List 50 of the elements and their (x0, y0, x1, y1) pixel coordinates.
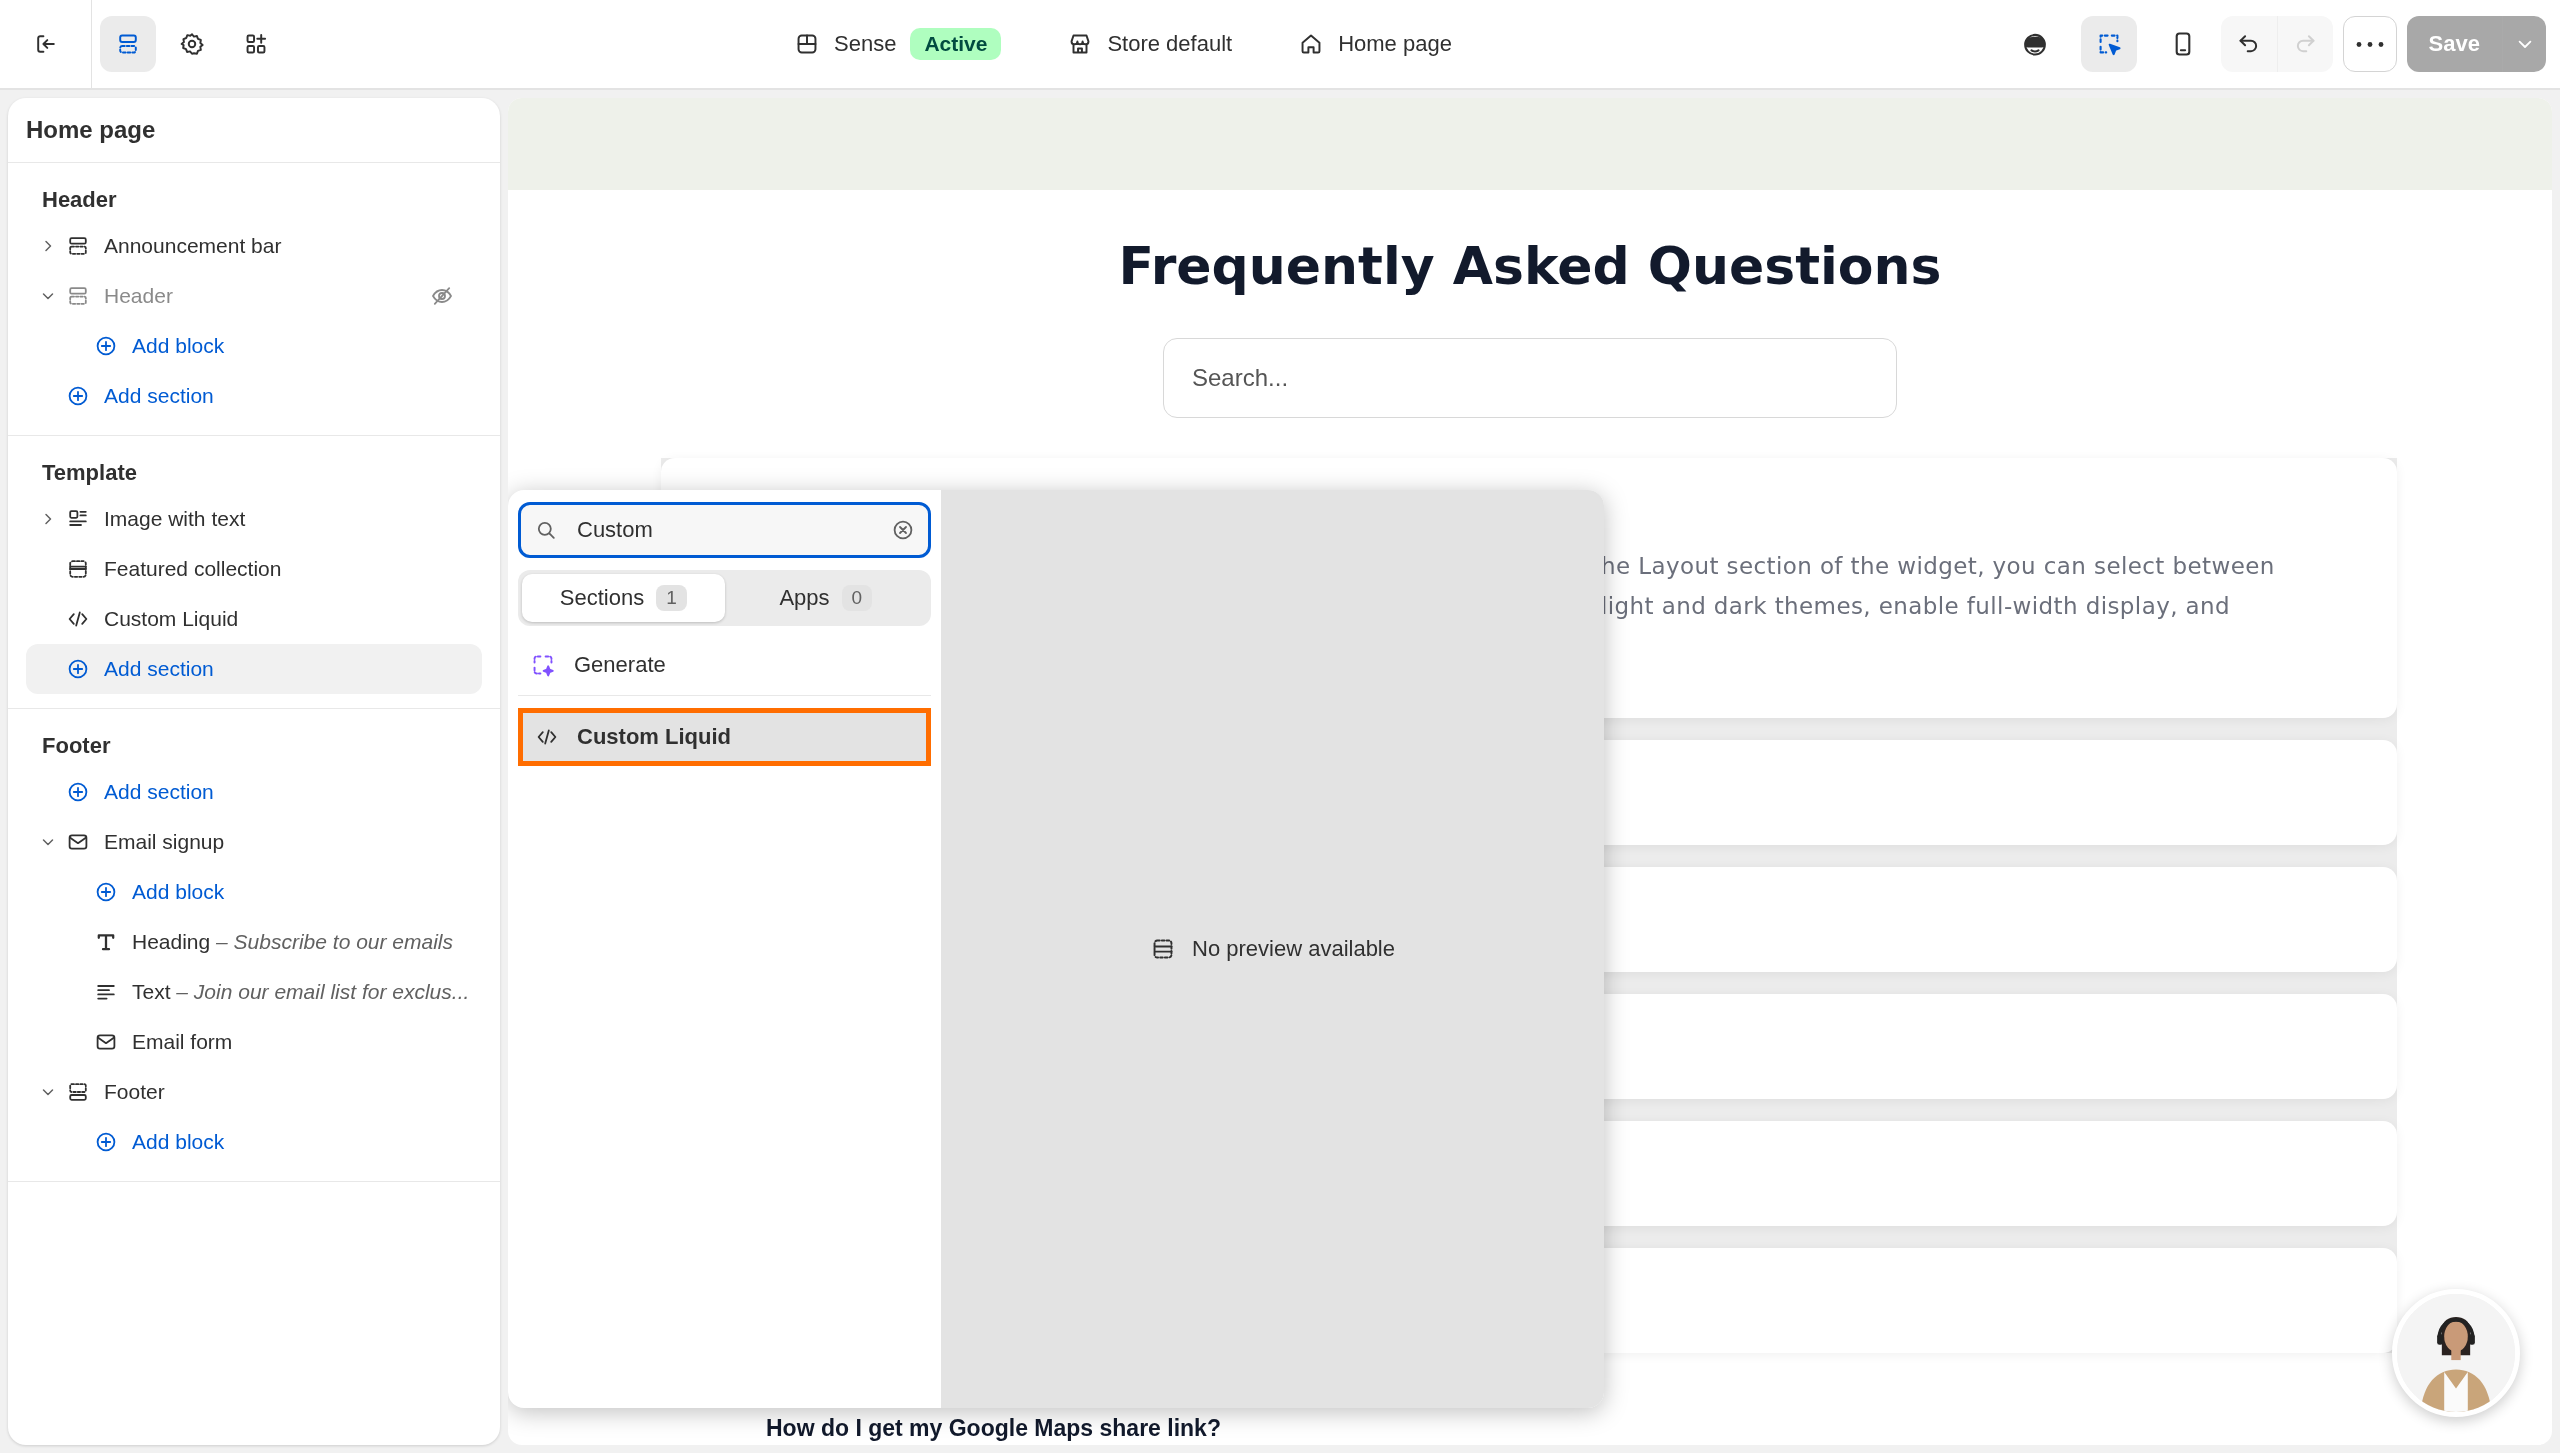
tree-item[interactable]: Heading – Subscribe to our emails (26, 917, 482, 967)
view-mode-button[interactable] (2080, 16, 2137, 72)
more-icon (2355, 40, 2384, 48)
empty-message: No preview available (1192, 936, 1395, 962)
tree-item[interactable]: Announcement bar (26, 221, 482, 271)
plus-circle-icon (94, 880, 118, 904)
dashed-header-icon (66, 234, 90, 258)
tree-item[interactable]: Image with text (26, 494, 482, 544)
count-badge: 1 (656, 585, 687, 611)
plus-circle-icon (94, 1130, 118, 1154)
page-selector[interactable]: Home page (1284, 23, 1466, 65)
theme-button[interactable]: Sense Active (780, 20, 1016, 68)
add-button[interactable]: Add block (26, 1117, 482, 1167)
plus-circle-icon (66, 657, 90, 681)
search-field[interactable]: Search... (1163, 338, 1897, 418)
eye-off-icon (430, 284, 454, 308)
clear-icon (891, 518, 915, 542)
group-heading: Footer (41, 732, 112, 760)
question-text: How do I get my Google Maps share link? (766, 1415, 1221, 1442)
search-field[interactable]: Custom (518, 502, 931, 558)
tree-item[interactable]: Custom Liquid (26, 594, 482, 644)
page-heading: Frequently Asked Questions (1118, 235, 1942, 298)
tree-item[interactable]: Featured collection (26, 544, 482, 594)
result-item[interactable]: Custom Liquid (518, 708, 931, 766)
tree-item[interactable]: Footer (26, 1067, 482, 1117)
picker-tab[interactable]: Apps 0 (724, 574, 927, 622)
add-button[interactable]: Add section (26, 371, 482, 421)
plus-circle-icon (94, 334, 118, 358)
count-badge: 0 (841, 585, 873, 611)
plus-circle-icon (66, 780, 90, 804)
add-button[interactable]: Add section (26, 767, 482, 817)
plus-circle-icon (66, 384, 90, 408)
store-button[interactable]: Store default (1053, 23, 1247, 65)
tree-item[interactable]: Email signup (26, 817, 482, 867)
generate-button[interactable]: Generate (518, 634, 931, 696)
group-heading: Header (41, 186, 118, 214)
add-button[interactable]: Add block (26, 867, 482, 917)
editor-tab[interactable] (100, 16, 156, 72)
tree-item[interactable]: Text – Join our email list for exclus... (26, 967, 482, 1017)
picker-tab[interactable]: Sections 1 (522, 574, 725, 622)
dashed-rows-icon (66, 557, 90, 581)
group-heading: Template (41, 459, 138, 487)
tree-item[interactable]: Email form (26, 1017, 482, 1067)
add-button[interactable]: Add section (26, 644, 482, 694)
settings-icon (179, 31, 205, 57)
status-badge: Active (910, 28, 1002, 60)
add-button[interactable]: Add block (26, 321, 482, 371)
sidebar-title: Home page (8, 98, 500, 163)
dashed-header-icon (66, 284, 90, 308)
dashed-footer-icon (66, 1080, 90, 1104)
